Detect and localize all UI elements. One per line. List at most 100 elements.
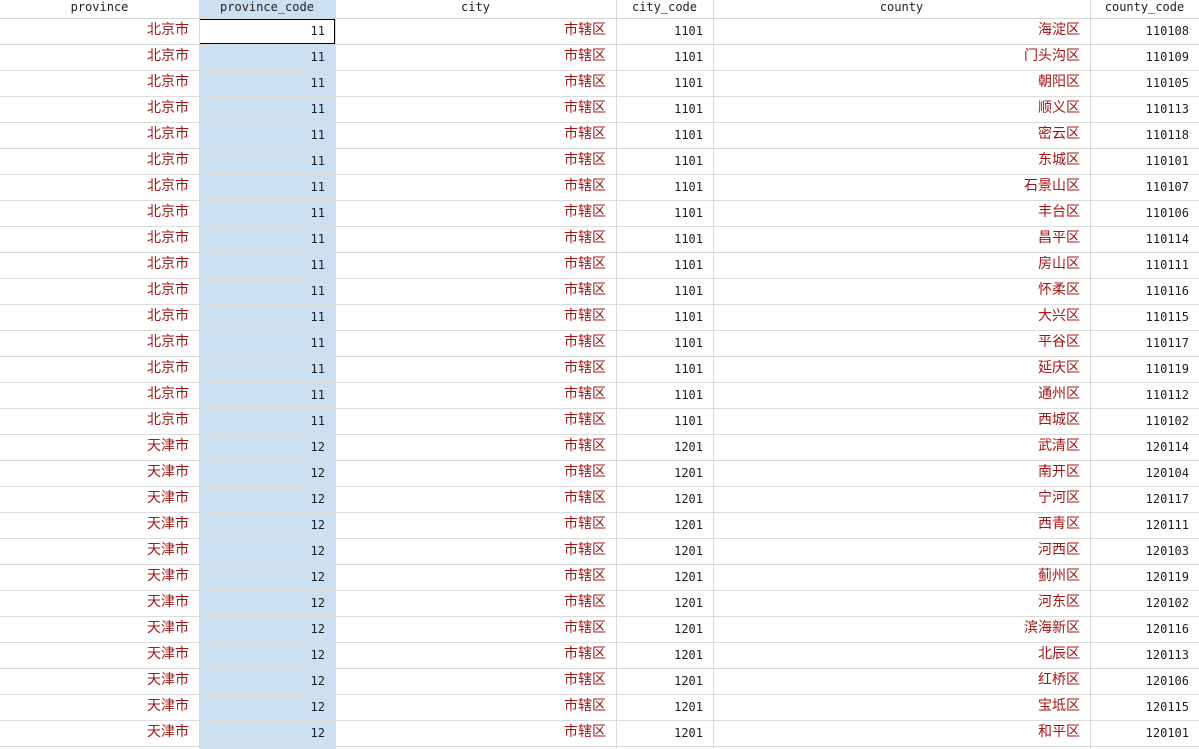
cell-county[interactable]: 密云区 [713, 123, 1090, 148]
cell-city-code[interactable]: 1201 [616, 695, 713, 720]
cell-city-code[interactable]: 1201 [616, 487, 713, 512]
table-row[interactable]: 天津市 12 市辖区 1201 宝坻区 120115 [0, 695, 1199, 721]
cell-province[interactable]: 北京市 [0, 409, 199, 434]
cell-county-code[interactable]: 110113 [1090, 97, 1199, 122]
table-row[interactable]: 天津市 12 市辖区 1201 北辰区 120113 [0, 643, 1199, 669]
cell-county[interactable]: 西城区 [713, 409, 1090, 434]
cell-county[interactable]: 河东区 [713, 591, 1090, 616]
cell-county[interactable]: 门头沟区 [713, 45, 1090, 70]
cell-county-code[interactable]: 110106 [1090, 201, 1199, 226]
table-row[interactable]: 北京市 11 市辖区 1101 朝阳区 110105 [0, 71, 1199, 97]
cell-county[interactable]: 顺义区 [713, 97, 1090, 122]
cell-county-code[interactable]: 120116 [1090, 617, 1199, 642]
cell-city-code[interactable]: 1201 [616, 435, 713, 460]
cell-city-code[interactable]: 1101 [616, 409, 713, 434]
data-grid[interactable]: province province_code city city_code county… [0, 0, 1199, 749]
cell-county[interactable]: 北辰区 [713, 643, 1090, 668]
cell-county[interactable]: 平谷区 [713, 331, 1090, 356]
cell-county[interactable]: 宝坻区 [713, 695, 1090, 720]
column-header-city[interactable]: city [335, 0, 616, 19]
cell-province[interactable]: 北京市 [0, 97, 199, 122]
column-header-county-code[interactable]: county_code [1090, 0, 1199, 19]
table-row[interactable]: 天津市 12 市辖区 1201 西青区 120111 [0, 513, 1199, 539]
cell-city[interactable]: 市辖区 [335, 513, 616, 538]
table-row[interactable]: 天津市 12 市辖区 1201 武清区 120114 [0, 435, 1199, 461]
cell-county-code[interactable]: 110101 [1090, 149, 1199, 174]
cell-county[interactable]: 延庆区 [713, 357, 1090, 382]
cell-city[interactable]: 市辖区 [335, 97, 616, 122]
cell-province[interactable]: 天津市 [0, 565, 199, 590]
cell-province[interactable]: 北京市 [0, 305, 199, 330]
cell-city[interactable]: 市辖区 [335, 435, 616, 460]
cell-province[interactable]: 北京市 [0, 175, 199, 200]
cell-province[interactable]: 天津市 [0, 487, 199, 512]
table-row[interactable]: 北京市 11 市辖区 1101 大兴区 110115 [0, 305, 1199, 331]
cell-city-code[interactable]: 1201 [616, 513, 713, 538]
cell-city-code[interactable]: 1201 [616, 461, 713, 486]
table-row[interactable]: 天津市 12 市辖区 1201 河西区 120103 [0, 539, 1199, 565]
cell-city[interactable]: 市辖区 [335, 45, 616, 70]
cell-city-code[interactable]: 1201 [616, 565, 713, 590]
cell-county-code[interactable]: 120111 [1090, 513, 1199, 538]
cell-county-code[interactable]: 110102 [1090, 409, 1199, 434]
cell-county[interactable]: 昌平区 [713, 227, 1090, 252]
table-row[interactable]: 北京市 11 市辖区 1101 平谷区 110117 [0, 331, 1199, 357]
cell-county[interactable]: 南开区 [713, 461, 1090, 486]
cell-city[interactable]: 市辖区 [335, 123, 616, 148]
cell-county-code[interactable]: 110119 [1090, 357, 1199, 382]
column-header-county[interactable]: county [713, 0, 1090, 19]
cell-province-code[interactable]: 11 [199, 279, 335, 304]
cell-city[interactable]: 市辖区 [335, 253, 616, 278]
cell-province[interactable]: 北京市 [0, 383, 199, 408]
cell-province[interactable]: 天津市 [0, 461, 199, 486]
cell-province-code[interactable]: 12 [199, 643, 335, 668]
cell-city-code[interactable]: 1101 [616, 45, 713, 70]
cell-city-code[interactable]: 1201 [616, 539, 713, 564]
cell-county[interactable]: 通州区 [713, 383, 1090, 408]
cell-province[interactable]: 天津市 [0, 591, 199, 616]
cell-city[interactable]: 市辖区 [335, 539, 616, 564]
cell-province-code[interactable]: 11 [199, 253, 335, 278]
cell-county[interactable]: 滨海新区 [713, 617, 1090, 642]
table-row[interactable]: 北京市 11 市辖区 1101 昌平区 110114 [0, 227, 1199, 253]
cell-county-code[interactable]: 120114 [1090, 435, 1199, 460]
cell-province-code[interactable]: 12 [199, 721, 335, 746]
cell-city-code[interactable]: 1101 [616, 253, 713, 278]
table-row[interactable]: 北京市 11 市辖区 1101 顺义区 110113 [0, 97, 1199, 123]
cell-province-code[interactable]: 12 [199, 617, 335, 642]
cell-city[interactable]: 市辖区 [335, 279, 616, 304]
column-header-province[interactable]: province [0, 0, 199, 19]
cell-county[interactable]: 西青区 [713, 513, 1090, 538]
cell-county-code[interactable]: 120117 [1090, 487, 1199, 512]
active-cell-province-code[interactable]: 11 [199, 19, 335, 44]
table-row[interactable]: 北京市 11 市辖区 1101 通州区 110112 [0, 383, 1199, 409]
cell-province[interactable]: 北京市 [0, 253, 199, 278]
cell-city-code[interactable]: 1101 [616, 305, 713, 330]
table-row[interactable]: 北京市 11 市辖区 1101 密云区 110118 [0, 123, 1199, 149]
cell-city[interactable]: 市辖区 [335, 149, 616, 174]
cell-city-code[interactable]: 1201 [616, 669, 713, 694]
table-row[interactable]: 北京市 11 市辖区 1101 门头沟区 110109 [0, 45, 1199, 71]
cell-province[interactable]: 北京市 [0, 149, 199, 174]
cell-city[interactable]: 市辖区 [335, 643, 616, 668]
cell-city[interactable]: 市辖区 [335, 357, 616, 382]
cell-city-code[interactable]: 1201 [616, 721, 713, 746]
cell-county-code[interactable]: 110108 [1090, 19, 1199, 44]
cell-city-code[interactable]: 1101 [616, 279, 713, 304]
cell-city[interactable]: 市辖区 [335, 305, 616, 330]
table-row[interactable]: 天津市 12 市辖区 1201 和平区 120101 [0, 721, 1199, 747]
cell-city[interactable]: 市辖区 [335, 591, 616, 616]
cell-county-code[interactable]: 110112 [1090, 383, 1199, 408]
cell-county[interactable]: 大兴区 [713, 305, 1090, 330]
cell-county-code[interactable]: 120102 [1090, 591, 1199, 616]
cell-province[interactable]: 天津市 [0, 721, 199, 746]
cell-county-code[interactable]: 110105 [1090, 71, 1199, 96]
table-row[interactable]: 北京市 11 市辖区 1101 东城区 110101 [0, 149, 1199, 175]
cell-county[interactable]: 房山区 [713, 253, 1090, 278]
cell-city[interactable]: 市辖区 [335, 487, 616, 512]
cell-province-code[interactable]: 11 [199, 305, 335, 330]
cell-county-code[interactable]: 120103 [1090, 539, 1199, 564]
cell-province-code[interactable]: 12 [199, 487, 335, 512]
cell-city[interactable]: 市辖区 [335, 409, 616, 434]
cell-province-code[interactable]: 11 [199, 201, 335, 226]
